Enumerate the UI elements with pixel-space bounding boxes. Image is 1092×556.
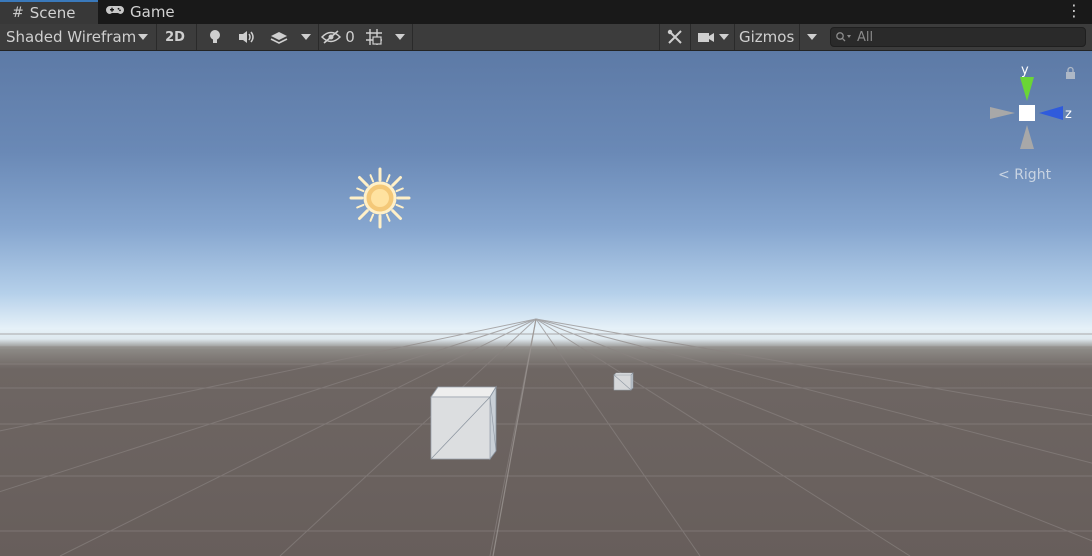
axis-y-cone bbox=[1020, 77, 1034, 101]
search-icon bbox=[836, 32, 851, 42]
lighting-toggle-button[interactable] bbox=[200, 25, 230, 49]
tools-button[interactable] bbox=[662, 25, 688, 49]
search-field[interactable] bbox=[830, 27, 1086, 47]
tab-scene[interactable]: # Scene bbox=[0, 0, 98, 24]
gizmos-button[interactable]: Gizmos bbox=[736, 25, 798, 49]
scene-camera-button[interactable] bbox=[693, 25, 733, 49]
effects-toggle-button[interactable] bbox=[264, 25, 294, 49]
cube-large bbox=[430, 385, 497, 461]
chevron-down-icon bbox=[301, 34, 311, 40]
chevron-down-icon bbox=[395, 34, 405, 40]
grid-snap-icon bbox=[366, 29, 382, 45]
lightbulb-icon bbox=[210, 30, 220, 43]
lock-icon bbox=[1066, 66, 1075, 79]
tab-scene-label: Scene bbox=[29, 4, 76, 22]
grid-dropdown[interactable] bbox=[390, 25, 410, 49]
axis-negy-cone bbox=[1020, 125, 1034, 149]
chevron-down-icon bbox=[719, 34, 729, 40]
speaker-icon bbox=[239, 31, 254, 43]
camera-icon bbox=[698, 33, 714, 42]
chevron-down-icon bbox=[138, 34, 148, 40]
hidden-count: 0 bbox=[345, 28, 355, 46]
gizmos-dropdown[interactable] bbox=[802, 25, 822, 49]
scene-visibility-toggle[interactable]: 0 bbox=[320, 25, 356, 49]
tools-icon bbox=[667, 29, 682, 44]
scene-canvas: y z bbox=[0, 63, 1092, 556]
view-orientation-label[interactable]: < Right bbox=[998, 167, 1051, 183]
chevron-down-icon bbox=[807, 34, 817, 40]
gizmos-label: Gizmos bbox=[739, 28, 795, 46]
view-label: Right bbox=[1014, 167, 1052, 183]
grid-icon: # bbox=[12, 5, 24, 21]
cube-small bbox=[613, 372, 634, 391]
back-arrow-icon: < bbox=[998, 167, 1010, 183]
directional-light-icon bbox=[349, 167, 411, 229]
scene-toolbar: Shaded Wireframe 2D 0 Gizmos bbox=[0, 24, 1092, 51]
scene-viewport[interactable]: y z < Right bbox=[0, 51, 1092, 556]
layers-icon bbox=[270, 32, 288, 44]
gamepad-icon bbox=[106, 4, 124, 20]
toggle-2d-button[interactable]: 2D bbox=[160, 25, 190, 49]
draw-mode-dropdown[interactable]: Shaded Wireframe bbox=[0, 25, 152, 49]
effects-dropdown[interactable] bbox=[296, 25, 316, 49]
axis-z-cone bbox=[1039, 106, 1063, 120]
grid-toggle-button[interactable] bbox=[360, 25, 388, 49]
orientation-gizmo bbox=[990, 77, 1063, 149]
more-options-icon[interactable]: ⋮ bbox=[1066, 2, 1082, 20]
center-cube bbox=[1019, 105, 1035, 121]
search-input[interactable] bbox=[853, 29, 1077, 45]
tab-bar: # Scene Game ⋮ bbox=[0, 0, 1092, 24]
audio-toggle-button[interactable] bbox=[232, 25, 262, 49]
tab-game-label: Game bbox=[130, 3, 175, 21]
axis-y-label: y bbox=[1021, 63, 1029, 78]
draw-mode-label: Shaded Wireframe bbox=[6, 28, 136, 46]
axis-z-label: z bbox=[1065, 107, 1072, 122]
tab-game[interactable]: Game bbox=[106, 0, 186, 24]
ground-grid bbox=[0, 318, 1092, 556]
eye-slash-icon bbox=[321, 30, 342, 44]
axis-negx-cone bbox=[990, 107, 1015, 119]
toggle-2d-label: 2D bbox=[165, 29, 185, 45]
